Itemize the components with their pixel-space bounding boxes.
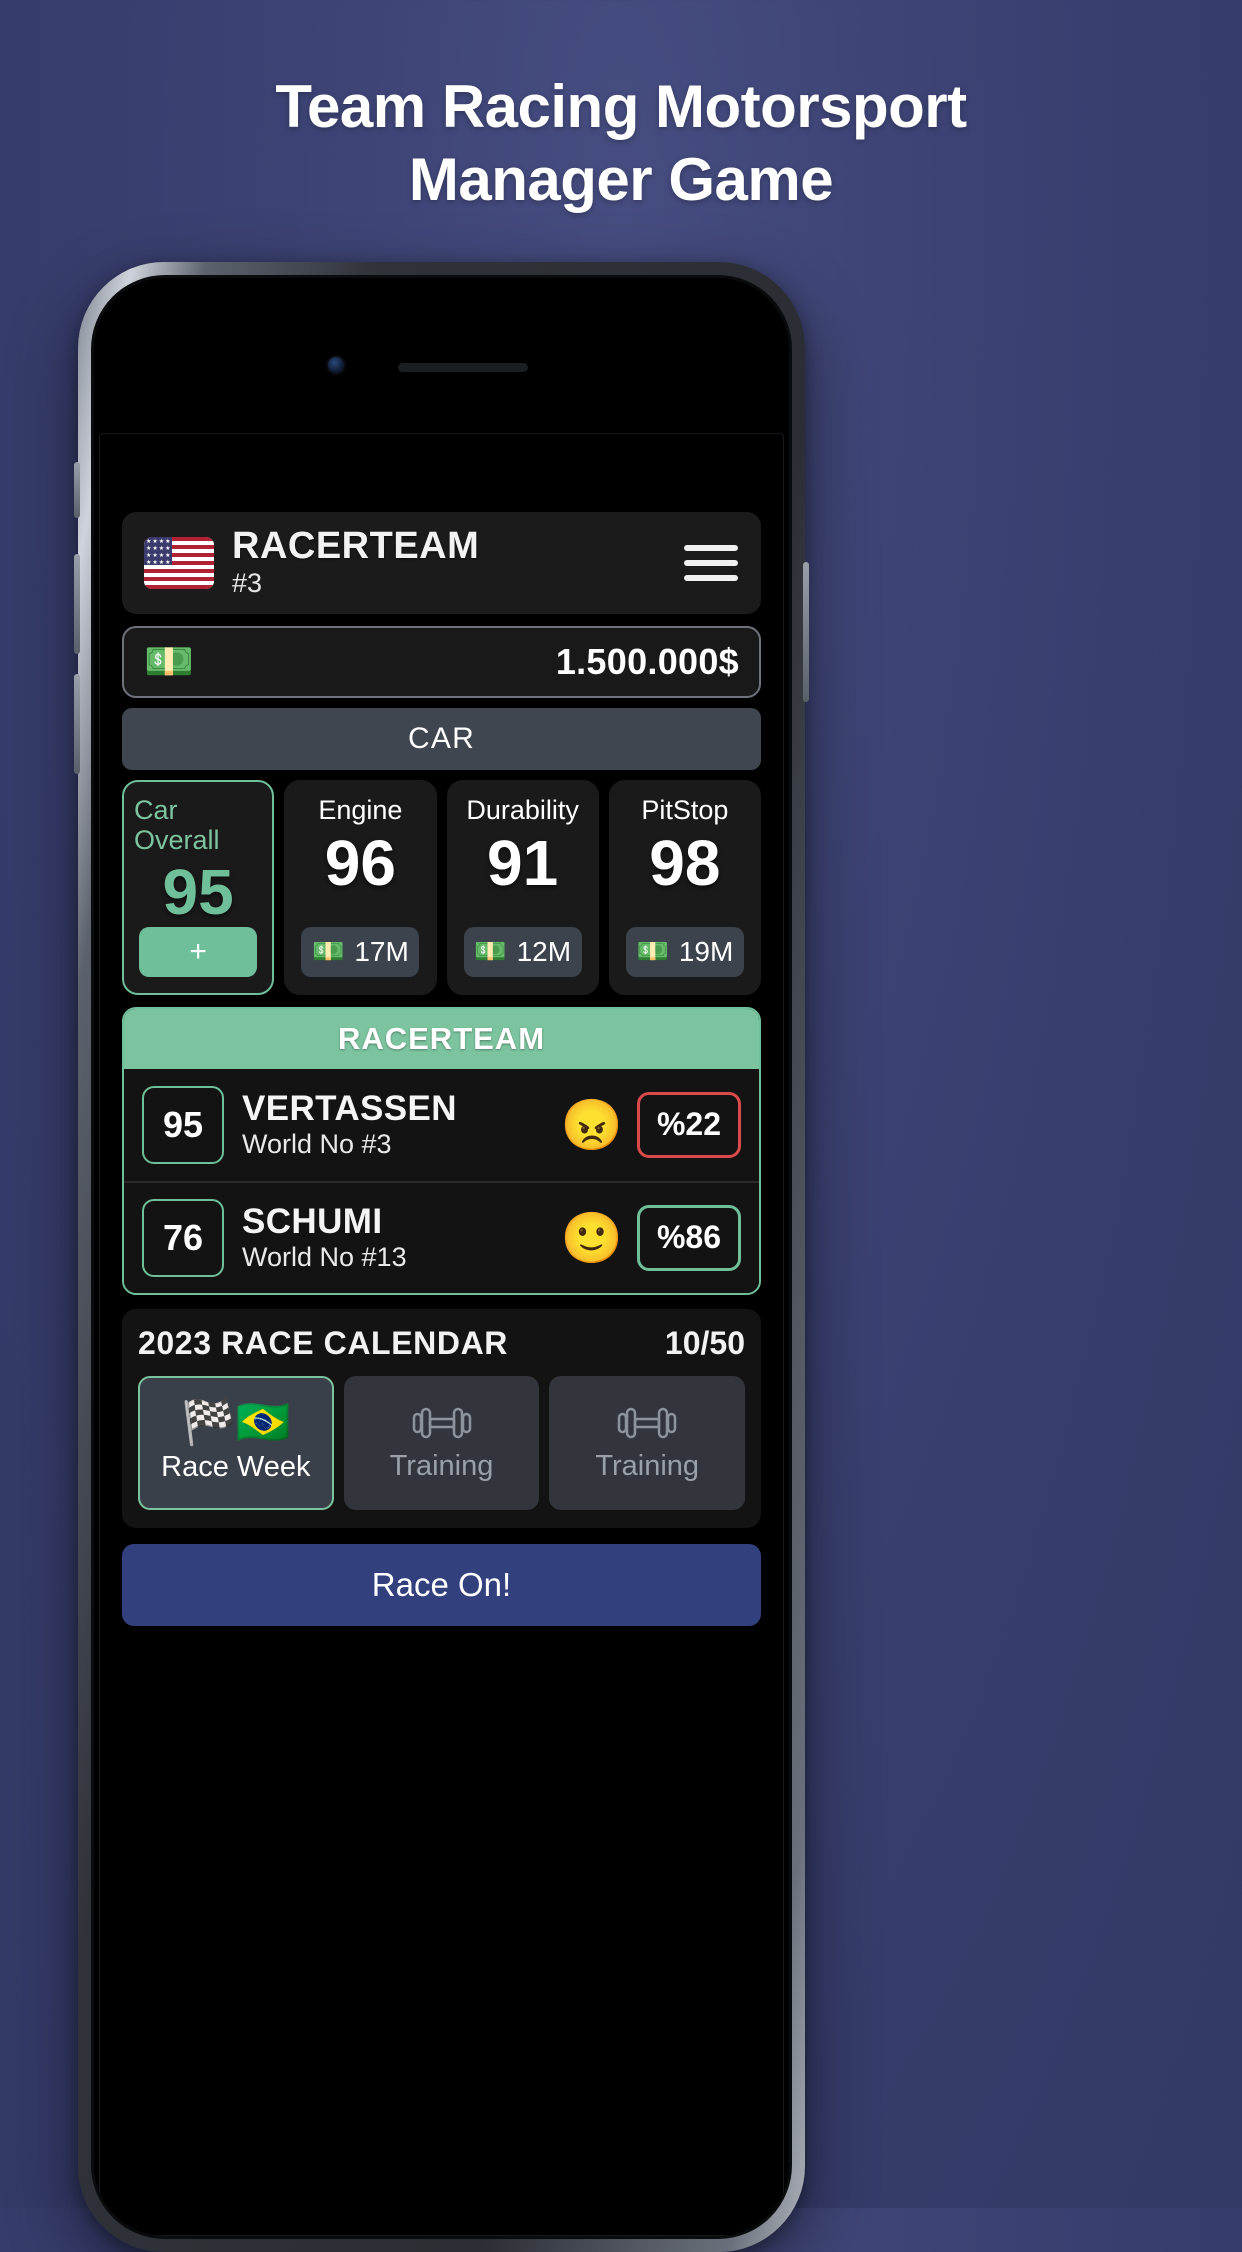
race-on-label: Race On! <box>371 1565 512 1603</box>
driver-world-rank-label: World No #13 <box>242 1242 407 1273</box>
neutral-face-icon: 🙂 <box>560 1209 623 1266</box>
calendar-item-race-week[interactable]: 🏁🇧🇷 Race Week <box>138 1375 334 1510</box>
power-button[interactable] <box>803 562 809 702</box>
money-banknote-icon: 💵 <box>474 936 507 967</box>
driver-info: SCHUMI World No #13 <box>242 1201 561 1273</box>
stat-cost-button[interactable]: 💵 19M <box>625 926 744 977</box>
stat-value: 91 <box>487 826 559 899</box>
stat-label: PitStop <box>641 795 729 825</box>
driver-row[interactable]: 76 SCHUMI World No #13 🙂 %86 <box>124 1180 759 1293</box>
team-name-label: RACERTEAM <box>232 525 480 568</box>
car-section-tab[interactable]: CAR <box>122 708 761 770</box>
driver-overall-badge: 76 <box>142 1198 224 1277</box>
stat-card-pitstop[interactable]: PitStop 98 💵 19M <box>608 780 761 995</box>
driver-row[interactable]: 95 VERTASSEN World No #3 😠 %22 <box>124 1068 759 1181</box>
driver-morale-badge: %22 <box>637 1091 741 1158</box>
race-calendar-items: 🏁🇧🇷 Race Week Training Training <box>138 1375 746 1510</box>
race-calendar-title: 2023 RACE CALENDAR <box>138 1324 508 1361</box>
drivers-panel: RACERTEAM 95 VERTASSEN World No #3 😠 %22… <box>122 1006 761 1295</box>
team-header-bar: ★★★★★★★★★★★★★★★★★★★★★★★★ RACERTEAM #3 <box>122 512 761 614</box>
calendar-item-label: Training <box>389 1450 494 1483</box>
volume-up-button[interactable] <box>74 554 80 654</box>
us-flag-icon: ★★★★★★★★★★★★★★★★★★★★★★★★ <box>144 537 214 589</box>
calendar-item-label: Training <box>595 1450 700 1483</box>
stat-value: 98 <box>649 826 721 899</box>
drivers-panel-title: RACERTEAM <box>124 1008 759 1069</box>
race-on-button[interactable]: Race On! <box>122 1543 761 1626</box>
stat-card-durability[interactable]: Durability 91 💵 12M <box>446 780 599 995</box>
headline-line-1: Team Racing Motorsport <box>275 73 967 140</box>
driver-morale-badge: %86 <box>637 1204 741 1271</box>
app-screen: ★★★★★★★★★★★★★★★★★★★★★★★★ RACERTEAM #3 💵 … <box>99 433 784 2236</box>
driver-overall-badge: 95 <box>142 1085 224 1164</box>
stat-cost-button[interactable]: 💵 12M <box>463 926 582 977</box>
driver-info: VERTASSEN World No #3 <box>242 1088 561 1160</box>
stat-cost-button[interactable]: 💵 17M <box>301 926 420 977</box>
driver-name-label: SCHUMI <box>242 1201 383 1241</box>
calendar-item-training-1[interactable]: Training <box>343 1375 540 1510</box>
stat-cost-label: 17M <box>354 935 409 967</box>
phone-mockup: ★★★★★★★★★★★★★★★★★★★★★★★★ RACERTEAM #3 💵 … <box>74 262 809 2252</box>
checkered-flag-icon: 🏁🇧🇷 <box>181 1398 291 1448</box>
angry-face-icon: 😠 <box>560 1096 623 1153</box>
dumbbell-icon <box>616 1402 678 1444</box>
stat-card-engine[interactable]: Engine 96 💵 17M <box>284 780 437 995</box>
money-amount-label: 1.500.000$ <box>555 641 739 682</box>
headline-line-2: Manager Game <box>408 146 834 214</box>
hamburger-menu-icon[interactable] <box>683 545 739 581</box>
car-stats-row: Car Overall 95 + Engine 96 💵 17M Durabil… <box>122 780 761 995</box>
money-banknote-icon: 💵 <box>144 640 194 684</box>
money-banknote-icon: 💵 <box>311 936 345 967</box>
volume-down-button[interactable] <box>74 674 80 774</box>
team-rank-label: #3 <box>232 568 263 599</box>
money-banknote-icon: 💵 <box>636 936 669 967</box>
stat-label: Durability <box>466 795 579 825</box>
money-balance-bar: 💵 1.500.000$ <box>122 626 761 698</box>
promo-headline: Team Racing Motorsport Manager Game <box>0 70 1242 216</box>
upgrade-button[interactable]: + <box>139 926 258 977</box>
earpiece-speaker <box>398 363 528 372</box>
stat-card-car-overall[interactable]: Car Overall 95 + <box>122 780 275 995</box>
race-calendar-counter: 10/50 <box>664 1324 745 1361</box>
stat-label: Car Overall <box>134 795 220 855</box>
race-calendar-panel: 2023 RACE CALENDAR 10/50 🏁🇧🇷 Race Week T… <box>122 1308 761 1528</box>
driver-name-label: VERTASSEN <box>242 1088 457 1128</box>
mute-switch[interactable] <box>74 462 80 518</box>
upgrade-plus-label: + <box>189 934 207 968</box>
stat-value: 96 <box>324 826 396 899</box>
stat-cost-label: 19M <box>678 935 734 967</box>
stat-cost-label: 12M <box>516 935 572 967</box>
car-section-label: CAR <box>408 722 475 755</box>
race-calendar-header: 2023 RACE CALENDAR 10/50 <box>138 1325 745 1362</box>
phone-screen-bezel: ★★★★★★★★★★★★★★★★★★★★★★★★ RACERTEAM #3 💵 … <box>91 275 792 2239</box>
status-bar-spacer <box>122 434 761 512</box>
team-identity: RACERTEAM #3 <box>232 525 683 599</box>
calendar-item-label: Race Week <box>161 1451 311 1484</box>
stat-value: 95 <box>162 856 234 929</box>
calendar-item-training-2[interactable]: Training <box>549 1375 746 1510</box>
stat-label: Engine <box>318 795 403 825</box>
dumbbell-icon <box>411 1402 473 1444</box>
front-camera-icon <box>326 355 346 375</box>
driver-world-rank-label: World No #3 <box>242 1129 392 1160</box>
